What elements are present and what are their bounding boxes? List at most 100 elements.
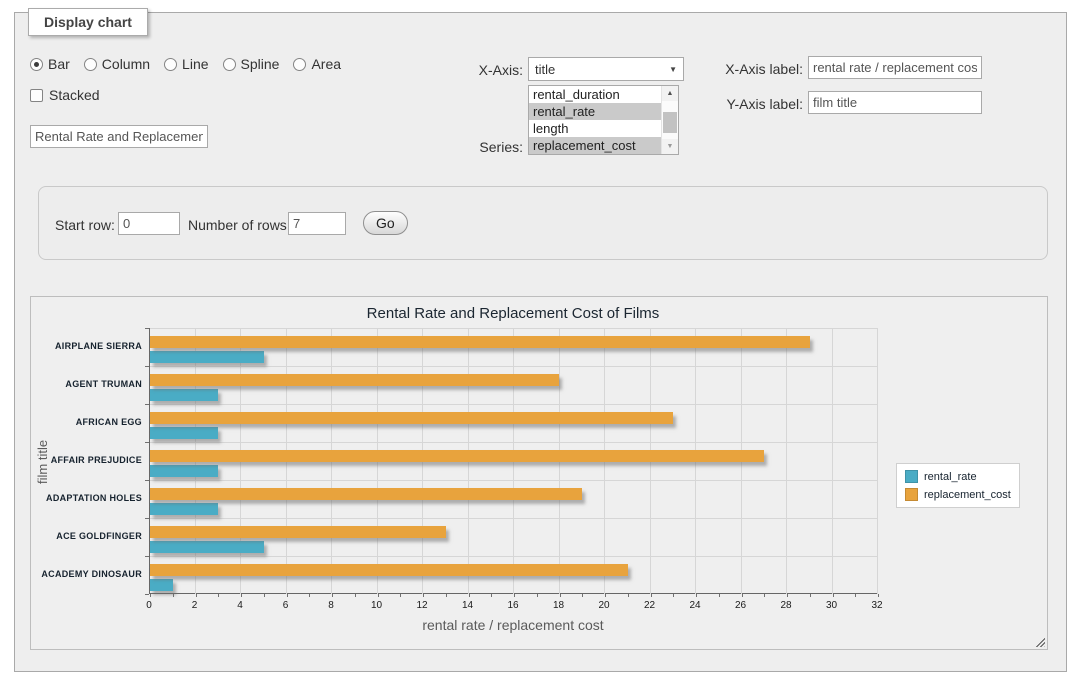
x-axis-tick bbox=[241, 594, 242, 597]
go-button[interactable]: Go bbox=[363, 211, 408, 235]
x-axis-tick bbox=[878, 594, 879, 597]
start-row-input[interactable] bbox=[118, 212, 180, 235]
y-axis-label-input[interactable] bbox=[808, 91, 982, 114]
radio-button[interactable] bbox=[293, 58, 306, 71]
radio-bar[interactable]: Bar bbox=[30, 56, 70, 72]
y-axis-tick bbox=[145, 328, 149, 329]
bar-rental_rate bbox=[150, 351, 264, 363]
x-tick-label: 24 bbox=[689, 600, 700, 611]
x-axis-tick bbox=[264, 594, 265, 597]
radio-label: Area bbox=[311, 56, 341, 72]
x-axis-tick bbox=[764, 594, 765, 597]
x-axis-tick bbox=[514, 594, 515, 597]
radio-area[interactable]: Area bbox=[293, 56, 341, 72]
x-axis-tick bbox=[810, 594, 811, 597]
x-axis-tick bbox=[719, 594, 720, 597]
bar-replacement_cost bbox=[150, 488, 582, 500]
radio-button[interactable] bbox=[223, 58, 236, 71]
x-tick-label: 8 bbox=[328, 600, 334, 611]
x-tick-label: 20 bbox=[598, 600, 609, 611]
y-axis-tick bbox=[145, 518, 149, 519]
gridline-horizontal bbox=[150, 366, 878, 367]
gridline-horizontal bbox=[150, 556, 878, 557]
bar-rental_rate bbox=[150, 389, 218, 401]
chart-type-radios: Bar Column Line Spline Area bbox=[30, 56, 341, 72]
bar-replacement_cost bbox=[150, 526, 446, 538]
arrow-up-icon: ▲ bbox=[667, 90, 674, 97]
y-axis-tick bbox=[145, 556, 149, 557]
series-option-length[interactable]: length bbox=[529, 120, 661, 137]
number-of-rows-input[interactable] bbox=[288, 212, 346, 235]
x-tick-label: 22 bbox=[644, 600, 655, 611]
gridline-vertical bbox=[786, 328, 787, 594]
x-axis-tick bbox=[491, 594, 492, 597]
category-label: AFFAIR PREJUDICE bbox=[51, 455, 142, 465]
legend-swatch bbox=[905, 488, 918, 501]
radio-label: Spline bbox=[241, 56, 280, 72]
radio-line[interactable]: Line bbox=[164, 56, 208, 72]
series-option-rental_duration[interactable]: rental_duration bbox=[529, 86, 661, 103]
scrollbar-track[interactable] bbox=[662, 101, 678, 139]
x-axis-tick bbox=[833, 594, 834, 597]
x-axis-tick bbox=[469, 594, 470, 597]
series-listbox[interactable]: rental_durationrental_ratelengthreplacem… bbox=[528, 85, 679, 155]
radio-label: Line bbox=[182, 56, 208, 72]
gridline-horizontal bbox=[150, 328, 878, 329]
radio-column[interactable]: Column bbox=[84, 56, 150, 72]
x-tick-label: 18 bbox=[553, 600, 564, 611]
x-axis-tick bbox=[537, 594, 538, 597]
y-axis-tick bbox=[145, 404, 149, 405]
gridline-horizontal bbox=[150, 442, 878, 443]
x-tick-label: 6 bbox=[283, 600, 289, 611]
scroll-up-button[interactable]: ▲ bbox=[662, 86, 678, 101]
x-axis-label-caption: X-Axis label: bbox=[720, 61, 803, 77]
radio-button[interactable] bbox=[84, 58, 97, 71]
category-label: ACE GOLDFINGER bbox=[56, 531, 142, 541]
x-axis-tick bbox=[332, 594, 333, 597]
x-axis-label-input[interactable] bbox=[808, 56, 982, 79]
radio-spline[interactable]: Spline bbox=[223, 56, 280, 72]
x-tick-label: 2 bbox=[192, 600, 198, 611]
page: Display chart Bar Column Line Spline Area St… bbox=[0, 0, 1081, 681]
bar-rental_rate bbox=[150, 465, 218, 477]
x-axis-tick bbox=[582, 594, 583, 597]
x-axis-tick bbox=[446, 594, 447, 597]
scroll-down-button[interactable]: ▼ bbox=[662, 139, 678, 154]
arrow-down-icon: ▼ bbox=[667, 143, 674, 150]
bar-replacement_cost bbox=[150, 450, 764, 462]
stacked-checkbox[interactable] bbox=[30, 89, 43, 102]
bar-replacement_cost bbox=[150, 564, 628, 576]
fieldset-legend: Display chart bbox=[28, 8, 148, 36]
chart-plot-area bbox=[149, 328, 877, 594]
gridline-vertical bbox=[877, 328, 878, 594]
bar-rental_rate bbox=[150, 503, 218, 515]
x-tick-label: 10 bbox=[371, 600, 382, 611]
gridline-horizontal bbox=[150, 480, 878, 481]
series-option-replacement_cost[interactable]: replacement_cost bbox=[529, 137, 661, 154]
y-axis-tick bbox=[145, 366, 149, 367]
bar-replacement_cost bbox=[150, 374, 559, 386]
resize-grip-icon[interactable] bbox=[1034, 636, 1045, 647]
series-option-rental_rate[interactable]: rental_rate bbox=[529, 103, 661, 120]
bar-rental_rate bbox=[150, 427, 218, 439]
chart-x-axis-title: rental rate / replacement cost bbox=[149, 617, 877, 633]
radio-button[interactable] bbox=[30, 58, 43, 71]
x-axis-tick bbox=[355, 594, 356, 597]
gridline-horizontal bbox=[150, 404, 878, 405]
legend-label: replacement_cost bbox=[924, 489, 1011, 501]
series-scrollbar[interactable]: ▲ ▼ bbox=[661, 86, 678, 154]
x-axis-select[interactable]: title ▼ bbox=[528, 57, 684, 81]
legend-label: rental_rate bbox=[924, 471, 977, 483]
chart-title-input[interactable] bbox=[30, 125, 208, 148]
x-tick-label: 12 bbox=[416, 600, 427, 611]
radio-button[interactable] bbox=[164, 58, 177, 71]
x-axis-tick bbox=[173, 594, 174, 597]
stacked-label: Stacked bbox=[49, 87, 100, 103]
x-tick-label: 30 bbox=[826, 600, 837, 611]
chart-title: Rental Rate and Replacement Cost of Film… bbox=[149, 305, 877, 322]
category-label: AGENT TRUMAN bbox=[65, 379, 142, 389]
category-label: ADAPTATION HOLES bbox=[46, 493, 142, 503]
scrollbar-thumb[interactable] bbox=[663, 112, 677, 133]
series-listbox-label: Series: bbox=[463, 139, 523, 155]
stacked-checkbox-row[interactable]: Stacked bbox=[30, 87, 100, 103]
